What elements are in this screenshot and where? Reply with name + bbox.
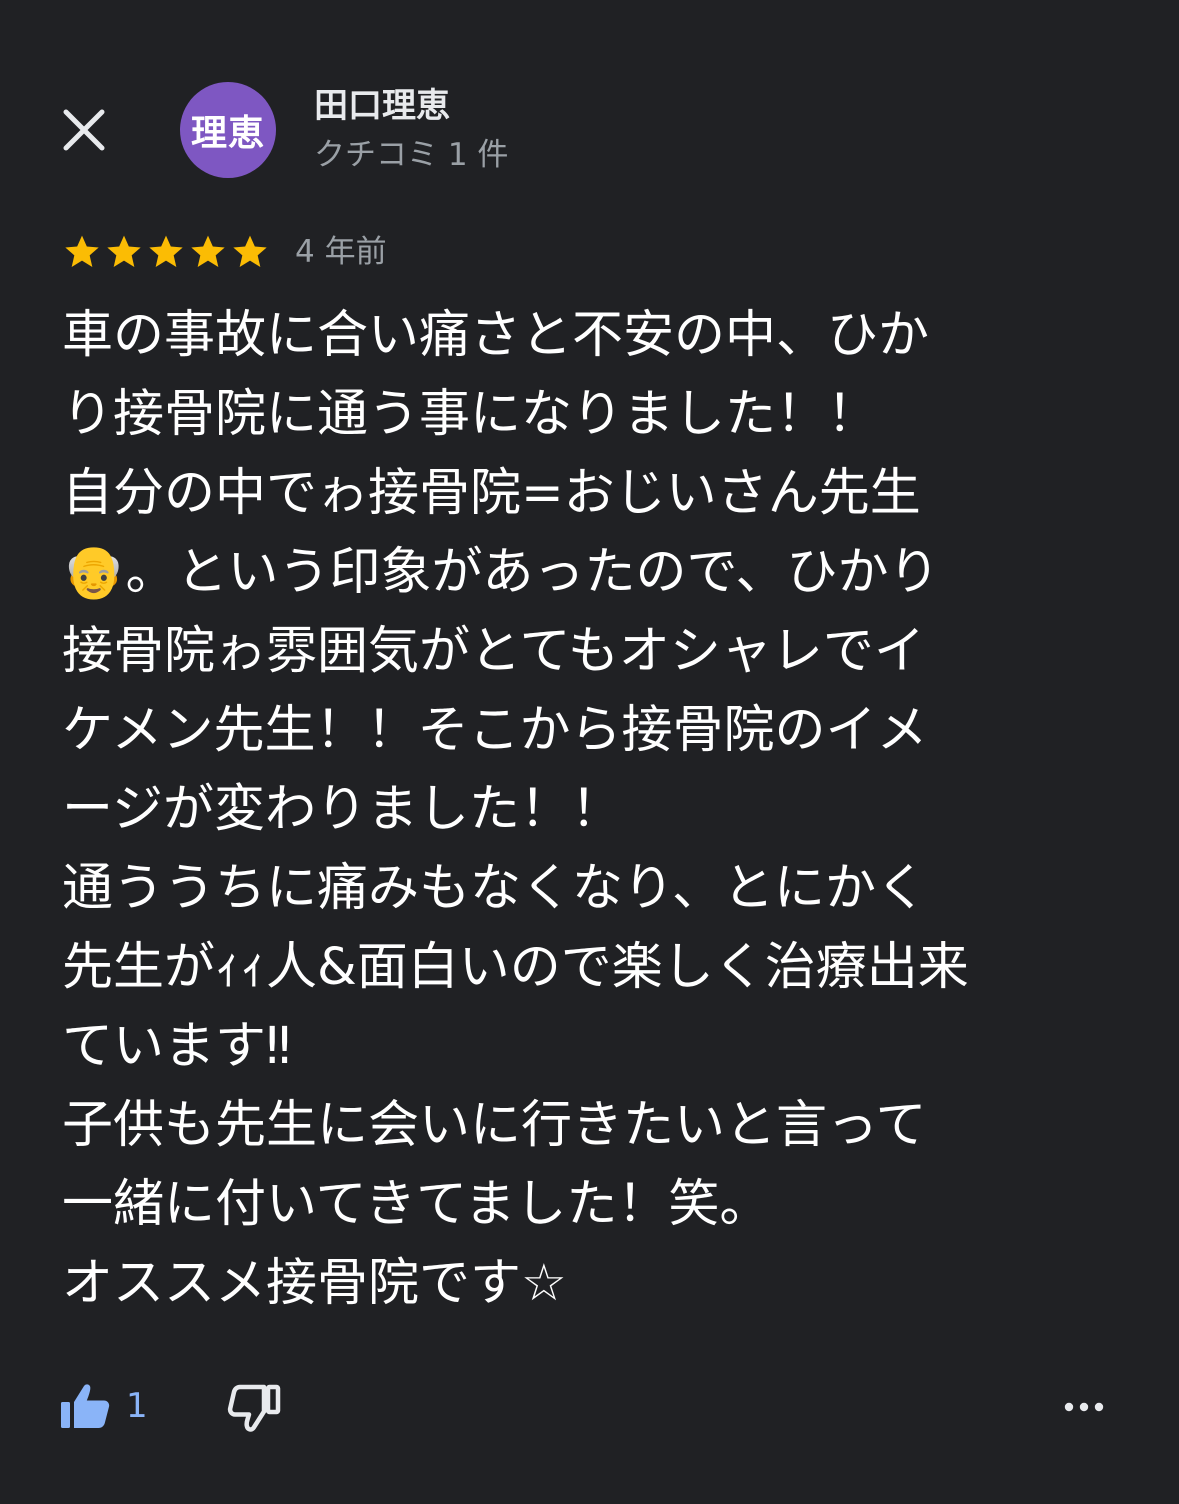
close-icon	[63, 109, 105, 151]
review-line: 先生がｨｨ人&面白いので楽しく治療出来	[62, 938, 969, 997]
review-line: ージが変わりました！！	[62, 780, 622, 839]
close-button[interactable]	[58, 104, 110, 156]
review-line: 子供も先生に会いに行きたいと言って	[62, 1096, 927, 1155]
review-text: 車の事故に合い痛さと不安の中、ひか り接骨院に通う事になりました！！ 自分の中で…	[62, 296, 1126, 1323]
review-line: 一緒に付いてきてました！笑。	[62, 1175, 771, 1234]
more-horizontal-icon	[1064, 1402, 1104, 1412]
star-icon	[191, 235, 225, 267]
avatar[interactable]: 理恵	[180, 82, 276, 178]
review-line: り接骨院に通う事になりました！！	[62, 385, 879, 444]
like-count: 1	[126, 1386, 148, 1426]
thumbs-up-icon	[61, 1384, 110, 1428]
review-line: ています‼	[62, 1017, 291, 1076]
more-options-button[interactable]	[1060, 1392, 1108, 1422]
review-count: クチコミ 1 件	[314, 137, 509, 173]
review-line: 接骨院ゎ雰囲気がとてもオシャレでイ	[62, 622, 925, 681]
author-name[interactable]: 田口理恵	[314, 84, 450, 128]
star-icon	[65, 235, 99, 267]
star-rating	[62, 232, 270, 272]
review-line: 自分の中でゎ接骨院=おじいさん先生	[62, 464, 921, 523]
star-icon	[233, 235, 267, 267]
star-icon	[107, 235, 141, 267]
review-line: 車の事故に合い痛さと不安の中、ひか	[62, 306, 930, 365]
like-button[interactable]: 1	[58, 1378, 148, 1434]
thumbs-down-icon	[227, 1384, 281, 1432]
review-line: オススメ接骨院です☆	[62, 1254, 567, 1313]
dislike-button[interactable]	[224, 1378, 284, 1438]
review-line: 通ううちに痛みもなくなり、とにかく	[62, 859, 927, 918]
star-icon	[149, 235, 183, 267]
review-line: ケメン先生！！そこから接骨院のイメ	[62, 701, 928, 760]
review-date: 4 年前	[295, 234, 387, 270]
review-line: 👴。という印象があったので、ひかり	[62, 543, 940, 602]
